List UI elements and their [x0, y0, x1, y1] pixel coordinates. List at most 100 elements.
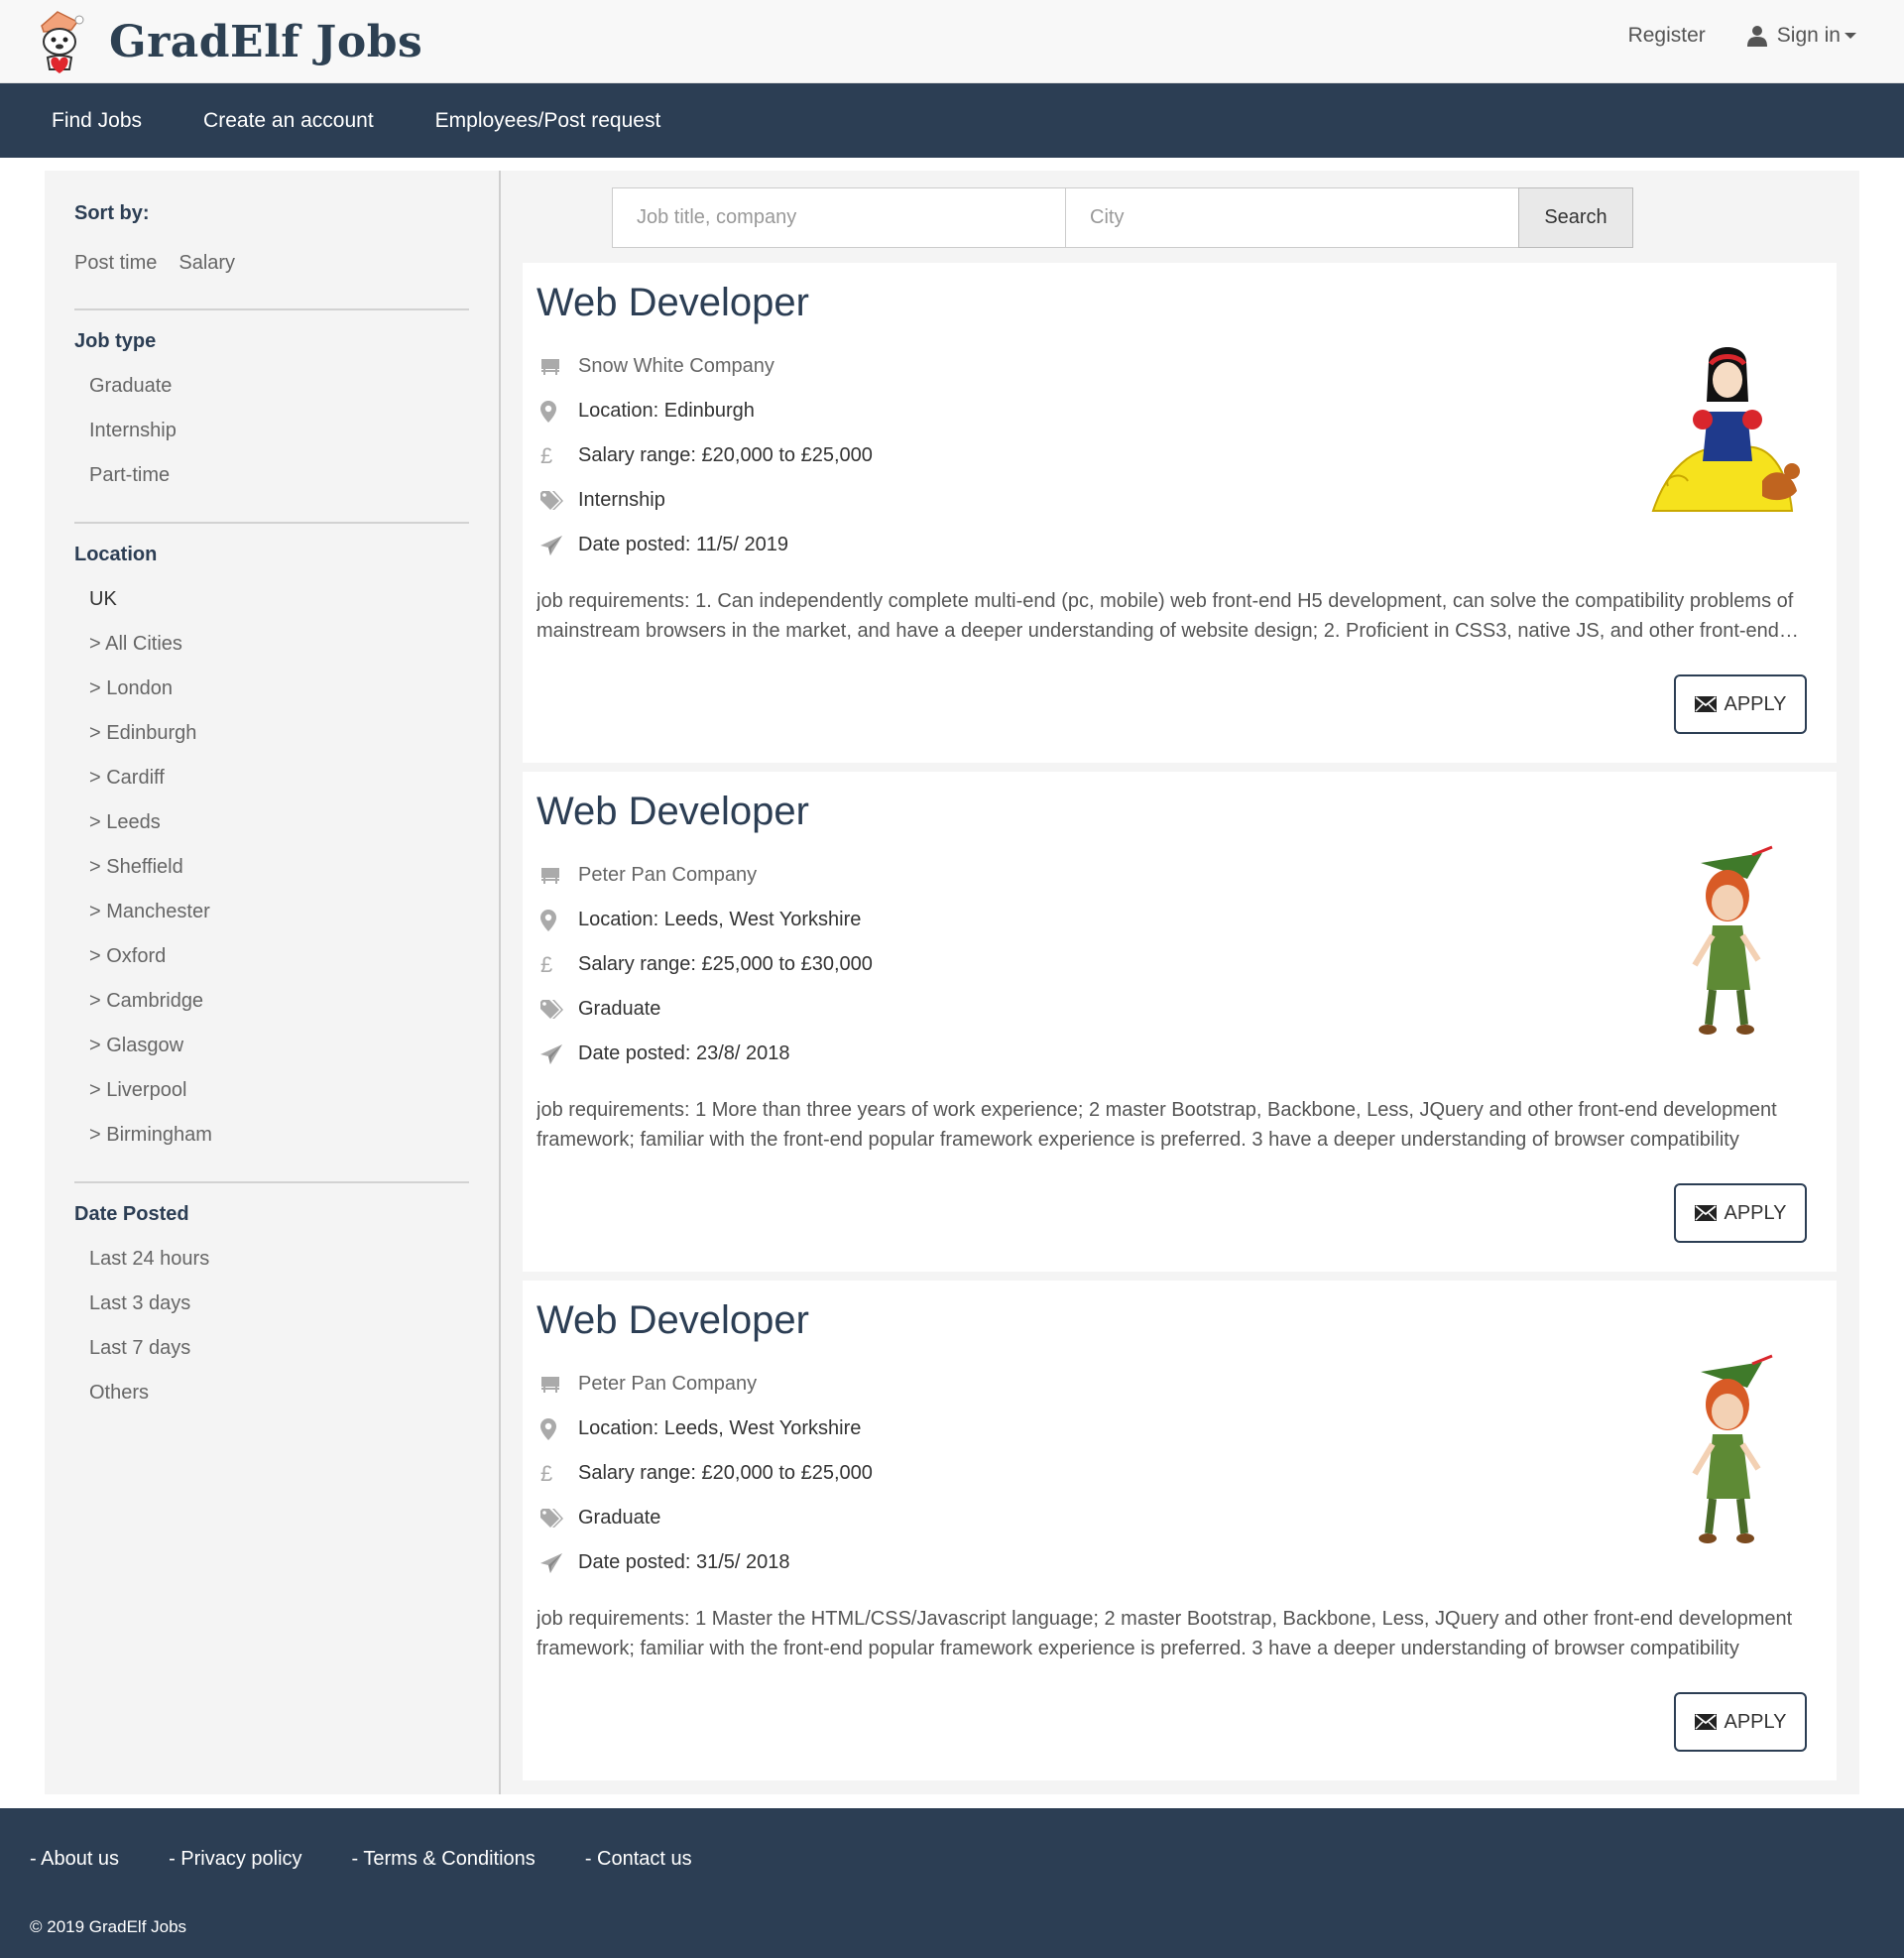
job-card[interactable]: Web Developer Snow White Company Locatio… [523, 263, 1837, 763]
nav-employees-post[interactable]: Employees/Post request [435, 109, 661, 133]
brand[interactable]: GradElf Jobs [28, 8, 422, 75]
register-link[interactable]: Register [1628, 24, 1706, 48]
company-name: Snow White Company [578, 355, 774, 377]
footer-contact[interactable]: - Contact us [585, 1848, 692, 1871]
pound-icon: £ [540, 442, 553, 468]
pound-icon: £ [540, 1460, 553, 1486]
date-others[interactable]: Others [74, 1371, 469, 1415]
send-icon [536, 1552, 578, 1573]
job-description: job requirements: 1 More than three year… [536, 1099, 1777, 1151]
footer-about[interactable]: - About us [30, 1848, 119, 1871]
city-oxford[interactable]: > Oxford [74, 934, 469, 979]
sign-in-dropdown[interactable]: Sign in [1746, 24, 1856, 48]
date-7d[interactable]: Last 7 days [74, 1326, 469, 1371]
job-salary: Salary range: £25,000 to £30,000 [578, 953, 873, 975]
job-salary: Salary range: £20,000 to £25,000 [578, 444, 873, 466]
date-row: Date posted: 31/5/ 2018 [536, 1540, 873, 1585]
city-birmingham[interactable]: > Birmingham [74, 1113, 469, 1158]
type-row: Internship [536, 478, 873, 523]
envelope-icon [1694, 696, 1717, 712]
company-row: Snow White Company [536, 344, 873, 389]
company-image [1613, 332, 1832, 531]
job-title[interactable]: Web Developer [536, 281, 809, 325]
company-row: Peter Pan Company [536, 1362, 873, 1407]
search-button[interactable]: Search [1518, 187, 1633, 248]
peter-pan-illustration-icon [1692, 845, 1773, 1035]
sort-post-time[interactable]: Post time [74, 252, 157, 275]
sign-in-label: Sign in [1776, 24, 1841, 47]
pound-icon: £ [540, 951, 553, 977]
apply-button[interactable]: APPLY [1674, 1183, 1807, 1243]
peter-pan-illustration-icon [1692, 1354, 1773, 1543]
job-title[interactable]: Web Developer [536, 1298, 809, 1343]
date-3d[interactable]: Last 3 days [74, 1282, 469, 1326]
tags-icon [536, 1508, 578, 1529]
sort-salary[interactable]: Salary [178, 252, 235, 275]
nav-find-jobs[interactable]: Find Jobs [52, 109, 142, 133]
city-glasgow[interactable]: > Glasgow [74, 1024, 469, 1068]
city-sheffield[interactable]: > Sheffield [74, 845, 469, 890]
footer-terms[interactable]: - Terms & Conditions [352, 1848, 536, 1871]
job-title-input[interactable] [612, 187, 1066, 248]
job-location: Location: Leeds, West Yorkshire [578, 909, 862, 930]
city-input[interactable] [1065, 187, 1519, 248]
city-liverpool[interactable]: > Liverpool [74, 1068, 469, 1113]
job-type-part-time[interactable]: Part-time [74, 453, 469, 498]
envelope-icon [1694, 1714, 1717, 1730]
type-row: Graduate [536, 987, 873, 1032]
sort-heading: Sort by: [74, 202, 150, 224]
nav-create-account[interactable]: Create an account [203, 109, 374, 133]
footer-privacy[interactable]: - Privacy policy [169, 1848, 301, 1871]
company-icon [536, 358, 578, 376]
elf-logo-icon [41, 11, 84, 73]
job-location: Location: Edinburgh [578, 400, 755, 422]
job-search-bar: Search [612, 187, 1633, 248]
job-type-graduate[interactable]: Graduate [74, 364, 469, 409]
city-all[interactable]: > All Cities [74, 622, 469, 667]
divider [74, 522, 469, 524]
send-icon [536, 535, 578, 555]
map-pin-icon [536, 909, 578, 931]
location-row: Location: Edinburgh [536, 389, 873, 433]
type-row: Graduate [536, 1496, 873, 1540]
brand-name: GradElf Jobs [109, 16, 423, 67]
city-london[interactable]: > London [74, 667, 469, 711]
city-cambridge[interactable]: > Cambridge [74, 979, 469, 1024]
copyright: © 2019 GradElf Jobs [30, 1917, 187, 1936]
salary-row: £ Salary range: £25,000 to £30,000 [536, 942, 873, 987]
top-header: GradElf Jobs Register Sign in [0, 0, 1904, 83]
job-type-internship[interactable]: Internship [74, 409, 469, 453]
job-date: Date posted: 11/5/ 2019 [578, 534, 789, 555]
location-country[interactable]: UK [74, 577, 469, 622]
job-description: job requirements: 1 Master the HTML/CSS/… [536, 1608, 1793, 1659]
city-edinburgh[interactable]: > Edinburgh [74, 711, 469, 756]
city-manchester[interactable]: > Manchester [74, 890, 469, 934]
company-icon [536, 1376, 578, 1394]
map-pin-icon [536, 400, 578, 423]
apply-button[interactable]: APPLY [1674, 1692, 1807, 1752]
job-card[interactable]: Web Developer Peter Pan Company Location… [523, 772, 1837, 1272]
send-icon [536, 1043, 578, 1064]
job-salary: Salary range: £20,000 to £25,000 [578, 1462, 873, 1484]
company-name: Peter Pan Company [578, 864, 758, 886]
job-description: job requirements: 1. Can independently c… [536, 590, 1794, 642]
city-leeds[interactable]: > Leeds [74, 800, 469, 845]
date-row: Date posted: 23/8/ 2018 [536, 1032, 873, 1076]
tags-icon [536, 999, 578, 1020]
date-row: Date posted: 11/5/ 2019 [536, 523, 873, 567]
job-title[interactable]: Web Developer [536, 790, 809, 834]
city-cardiff[interactable]: > Cardiff [74, 756, 469, 800]
caret-down-icon [1844, 33, 1856, 39]
job-date: Date posted: 23/8/ 2018 [578, 1042, 790, 1064]
snow-white-illustration-icon [1651, 347, 1800, 512]
main-nav: Find Jobs Create an account Employees/Po… [0, 83, 1904, 158]
job-type: Graduate [578, 998, 661, 1020]
date-24h[interactable]: Last 24 hours [74, 1237, 469, 1282]
salary-row: £ Salary range: £20,000 to £25,000 [536, 1451, 873, 1496]
divider [74, 308, 469, 310]
job-type: Internship [578, 489, 665, 511]
company-name: Peter Pan Company [578, 1373, 758, 1395]
apply-button[interactable]: APPLY [1674, 674, 1807, 734]
job-card[interactable]: Web Developer Peter Pan Company Location… [523, 1281, 1837, 1780]
sidebar-divider [499, 171, 501, 1794]
